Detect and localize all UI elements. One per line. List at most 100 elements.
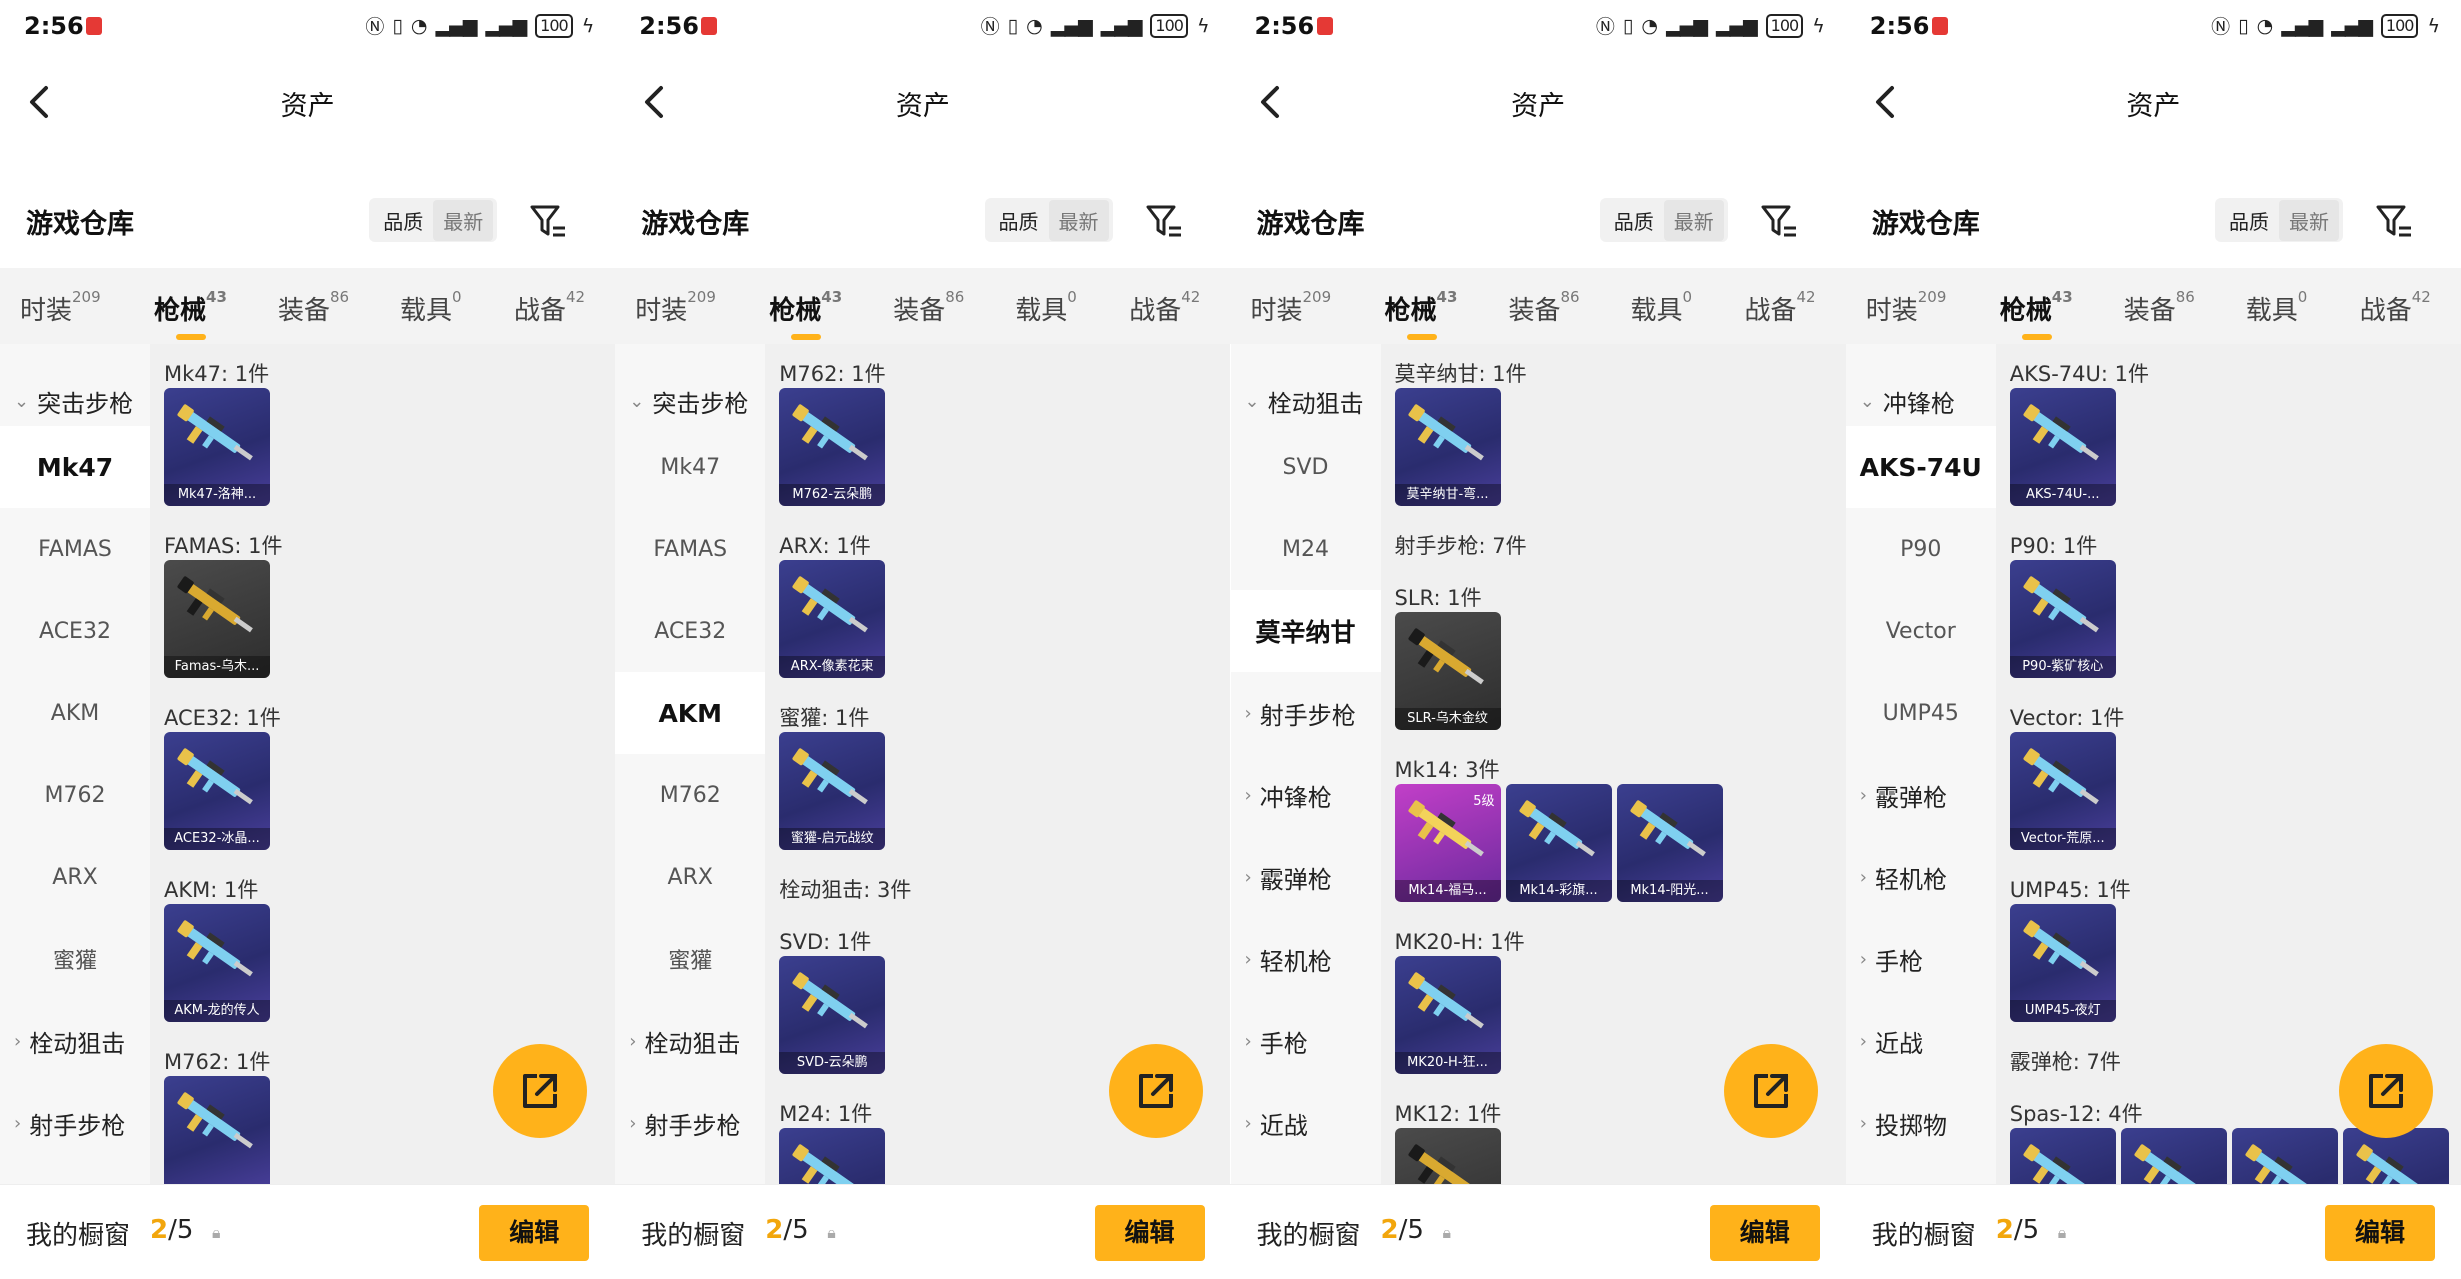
sidebar-item[interactable]: › 霰弹枪 bbox=[1846, 754, 1996, 836]
sidebar-item[interactable]: 蜜獾 bbox=[0, 918, 150, 1000]
filter-icon[interactable] bbox=[529, 202, 567, 240]
tab-outfits[interactable]: 时装209 bbox=[635, 288, 716, 327]
weapon-card[interactable]: MK20-H-狂... bbox=[1394, 956, 1501, 1074]
filter-icon[interactable] bbox=[1145, 202, 1183, 240]
weapon-card[interactable]: Mk14-彩旗... bbox=[1505, 784, 1612, 902]
sidebar-item[interactable]: ACE32 bbox=[0, 590, 150, 672]
tab-supplies[interactable]: 战备42 bbox=[1129, 288, 1200, 327]
edit-button[interactable]: 编辑 bbox=[479, 1205, 590, 1261]
sidebar-item[interactable]: UMP45 bbox=[1846, 672, 1996, 754]
tab-supplies[interactable]: 战备42 bbox=[1745, 288, 1816, 327]
sidebar-item[interactable]: 蜜獾 bbox=[615, 918, 765, 1000]
tab-vehicles[interactable]: 载具0 bbox=[400, 288, 462, 327]
sort-toggle[interactable]: 品质 最新 bbox=[369, 198, 498, 242]
sort-newest-button[interactable]: 最新 bbox=[1663, 199, 1724, 241]
tab-outfits[interactable]: 时装209 bbox=[20, 288, 101, 327]
edit-button[interactable]: 编辑 bbox=[1709, 1205, 1820, 1261]
tab-firearms[interactable]: 枪械43 bbox=[2000, 288, 2073, 340]
sidebar-item[interactable]: Mk47 bbox=[615, 426, 765, 508]
sidebar-item[interactable]: › 射手步枪 bbox=[1231, 672, 1381, 754]
weapon-card[interactable] bbox=[779, 1128, 886, 1184]
tab-firearms[interactable]: 枪械43 bbox=[154, 288, 227, 340]
sidebar-item[interactable]: M762 bbox=[0, 754, 150, 836]
weapon-card[interactable]: 蜜獾-启元战纹 bbox=[779, 732, 886, 850]
sidebar-item[interactable]: FAMAS bbox=[0, 508, 150, 590]
sort-toggle[interactable]: 品质 最新 bbox=[984, 198, 1113, 242]
tab-outfits[interactable]: 时装209 bbox=[1251, 288, 1332, 327]
sidebar-item[interactable]: › 轻机枪 bbox=[1231, 918, 1381, 1000]
sidebar-item[interactable]: Vector bbox=[1846, 590, 1996, 672]
sort-quality-button[interactable]: 品质 bbox=[1604, 200, 1664, 241]
share-button[interactable] bbox=[1723, 1044, 1818, 1138]
tab-equipment[interactable]: 装备86 bbox=[893, 288, 964, 327]
sidebar-item[interactable]: › 栓动狙击 bbox=[0, 1000, 150, 1082]
weapon-card[interactable]: P90-紫矿核心 bbox=[2009, 560, 2116, 678]
weapon-card[interactable] bbox=[1394, 1128, 1501, 1184]
weapon-card[interactable]: UMP45-夜灯 bbox=[2009, 904, 2116, 1022]
weapon-card[interactable]: AKS-74U-... bbox=[2009, 388, 2116, 506]
sort-newest-button[interactable]: 最新 bbox=[433, 199, 494, 241]
sidebar-item[interactable]: AKM bbox=[0, 672, 150, 754]
sidebar-item[interactable]: AKM bbox=[615, 672, 766, 754]
tab-supplies[interactable]: 战备42 bbox=[2360, 288, 2431, 327]
share-button[interactable] bbox=[493, 1044, 588, 1138]
sort-newest-button[interactable]: 最新 bbox=[1048, 199, 1109, 241]
tab-outfits[interactable]: 时装209 bbox=[1866, 288, 1947, 327]
tab-firearms[interactable]: 枪械43 bbox=[769, 288, 842, 340]
sort-quality-button[interactable]: 品质 bbox=[2219, 200, 2279, 241]
sort-quality-button[interactable]: 品质 bbox=[373, 200, 433, 241]
weapon-card[interactable]: SVD-云朵鹏 bbox=[779, 956, 886, 1074]
sort-toggle[interactable]: 品质 最新 bbox=[2215, 198, 2343, 242]
sidebar-item[interactable]: AKS-74U bbox=[1845, 426, 1996, 508]
weapon-card[interactable]: Mk14-阳光... bbox=[1616, 784, 1723, 902]
tab-equipment[interactable]: 装备86 bbox=[278, 288, 349, 327]
sidebar-item[interactable]: ACE32 bbox=[615, 590, 765, 672]
tab-supplies[interactable]: 战备42 bbox=[514, 288, 585, 327]
sidebar-item[interactable]: SVD bbox=[1231, 426, 1381, 508]
weapon-card[interactable] bbox=[2120, 1128, 2227, 1184]
weapon-card[interactable]: 莫辛纳甘-弯... bbox=[1394, 388, 1501, 506]
tab-vehicles[interactable]: 载具0 bbox=[2246, 288, 2308, 327]
sort-newest-button[interactable]: 最新 bbox=[2279, 199, 2339, 241]
tab-firearms[interactable]: 枪械43 bbox=[1385, 288, 1457, 340]
sidebar-item[interactable]: › 冲锋枪 bbox=[1231, 754, 1381, 836]
weapon-card[interactable]: Famas-乌木... bbox=[164, 560, 270, 678]
sidebar-item[interactable]: › 霰弹枪 bbox=[1231, 836, 1381, 918]
weapon-card[interactable]: 5级 Mk14-福马... bbox=[1394, 784, 1501, 902]
share-button[interactable] bbox=[1108, 1044, 1203, 1138]
weapon-card[interactable]: ARX-像素花束 bbox=[779, 560, 886, 678]
weapon-card[interactable]: ACE32-冰晶... bbox=[164, 732, 270, 850]
edit-button[interactable]: 编辑 bbox=[1094, 1205, 1205, 1261]
sidebar-item[interactable]: › 轻机枪 bbox=[1846, 836, 1996, 918]
sidebar-item[interactable]: FAMAS bbox=[615, 508, 765, 590]
sidebar-item[interactable]: ARX bbox=[615, 836, 765, 918]
weapon-card[interactable] bbox=[164, 1076, 270, 1184]
filter-icon[interactable] bbox=[1760, 202, 1798, 240]
sidebar-item[interactable]: M762 bbox=[615, 754, 765, 836]
filter-icon[interactable] bbox=[2375, 202, 2413, 240]
sidebar-item[interactable]: ARX bbox=[0, 836, 150, 918]
sidebar-item[interactable]: › 栓动狙击 bbox=[615, 1000, 765, 1082]
sidebar-item[interactable]: P90 bbox=[1846, 508, 1996, 590]
sidebar-item[interactable]: › 投掷物 bbox=[1846, 1082, 1996, 1164]
sidebar-item[interactable]: 莫辛纳甘 bbox=[1230, 590, 1381, 672]
sidebar-item[interactable]: M24 bbox=[1231, 508, 1381, 590]
sort-quality-button[interactable]: 品质 bbox=[989, 200, 1049, 241]
sidebar-item[interactable]: › 射手步枪 bbox=[0, 1082, 150, 1164]
weapon-card[interactable]: M762-云朵鹏 bbox=[779, 388, 886, 506]
sidebar-item[interactable]: › 手枪 bbox=[1846, 918, 1996, 1000]
weapon-card[interactable] bbox=[2231, 1128, 2338, 1184]
sort-toggle[interactable]: 品质 最新 bbox=[1599, 198, 1728, 242]
weapon-card[interactable]: Vector-荒原... bbox=[2009, 732, 2116, 850]
sidebar-item[interactable]: › 手枪 bbox=[1231, 1000, 1381, 1082]
sidebar-item[interactable]: › 近战 bbox=[1846, 1000, 1996, 1082]
edit-button[interactable]: 编辑 bbox=[2325, 1205, 2435, 1261]
tab-vehicles[interactable]: 载具0 bbox=[1015, 288, 1077, 327]
weapon-card[interactable]: SLR-乌木金纹 bbox=[1394, 612, 1501, 730]
weapon-card[interactable]: Mk47-洛神... bbox=[164, 388, 270, 506]
sidebar-item[interactable]: › 射手步枪 bbox=[615, 1082, 765, 1164]
tab-equipment[interactable]: 装备86 bbox=[2124, 288, 2195, 327]
tab-vehicles[interactable]: 载具0 bbox=[1631, 288, 1693, 327]
sidebar-item[interactable]: Mk47 bbox=[0, 426, 150, 508]
sidebar-item[interactable]: › 近战 bbox=[1231, 1082, 1381, 1164]
